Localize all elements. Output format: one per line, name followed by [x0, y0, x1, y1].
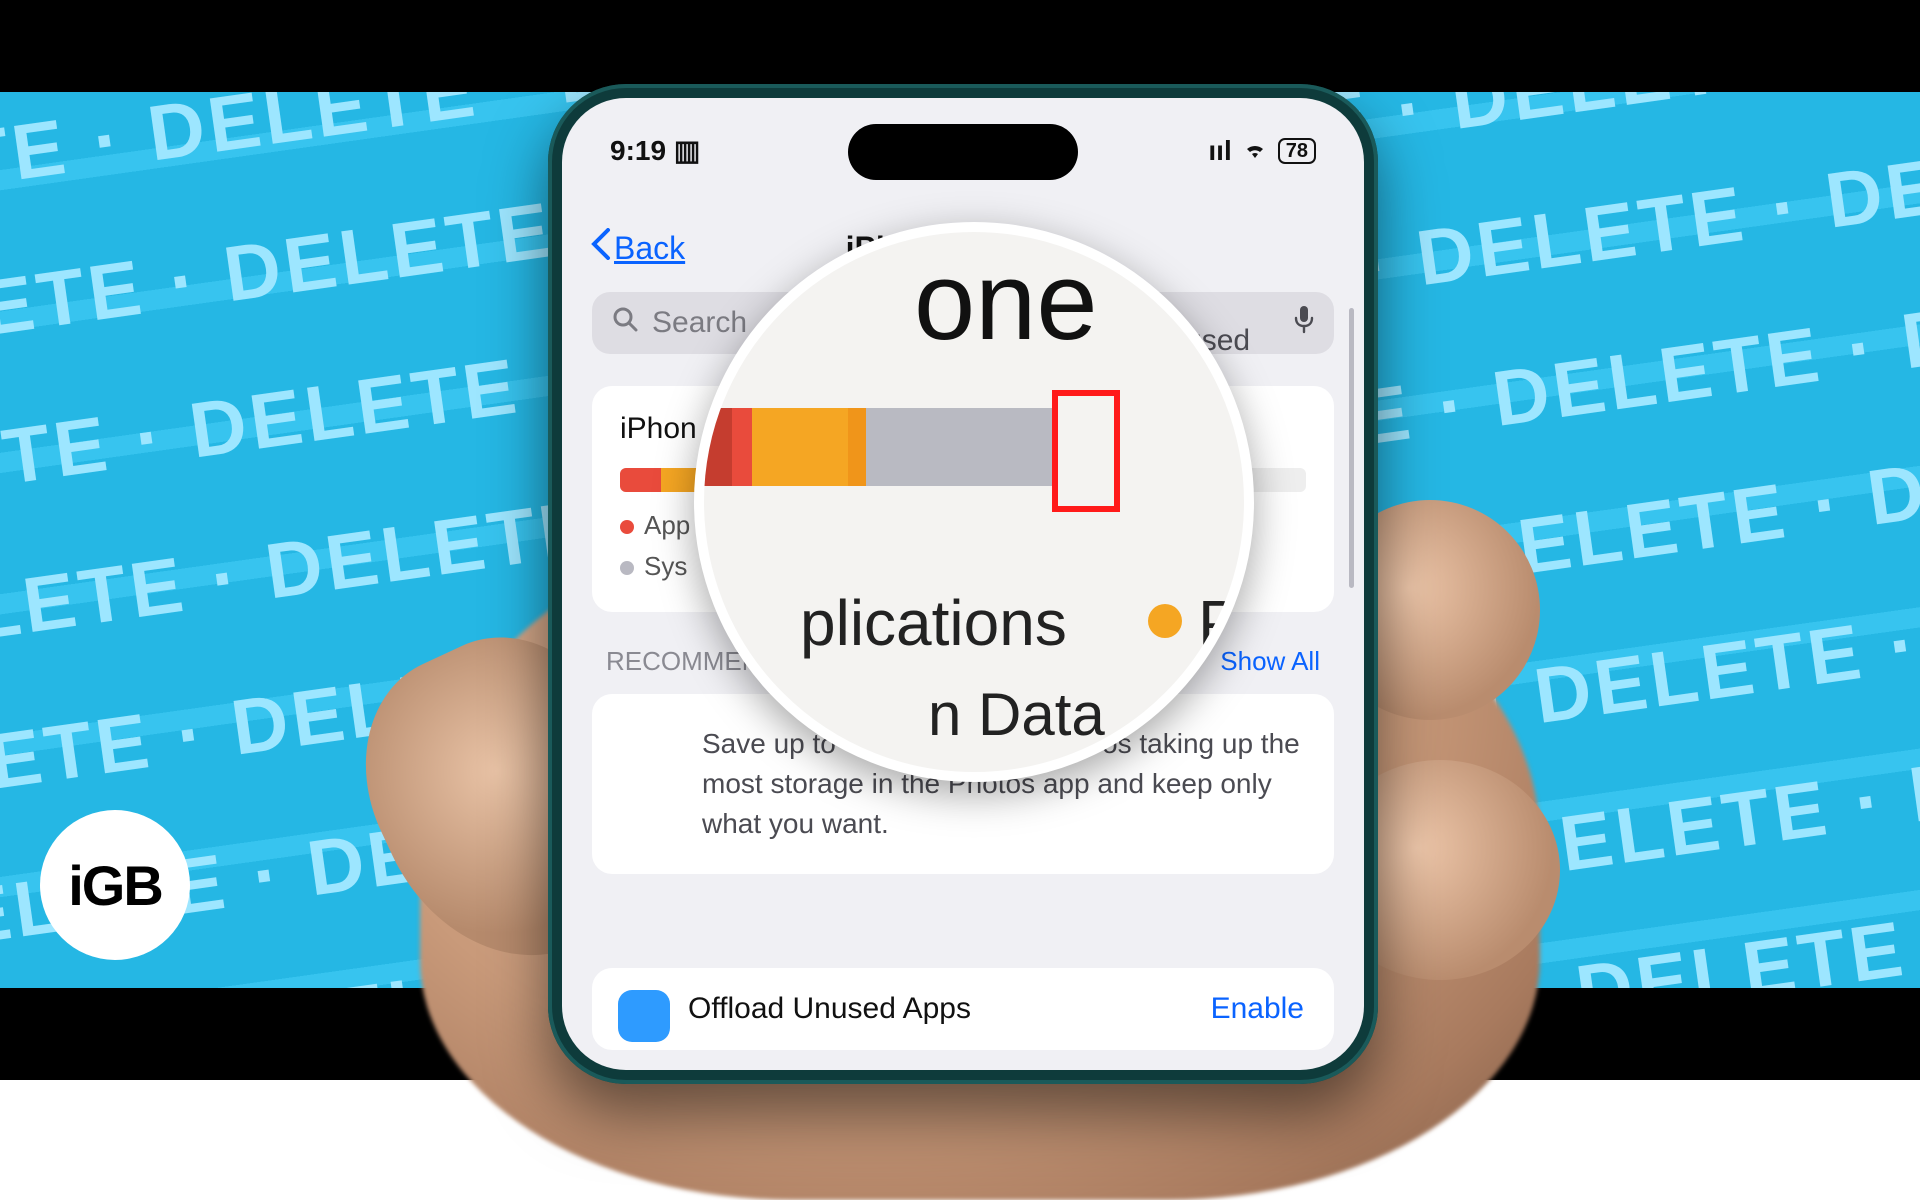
back-label: Back: [614, 230, 685, 267]
mag-text-data: n Data: [928, 680, 1105, 749]
status-bar: 9:19 ▥ ııl 78: [562, 134, 1364, 167]
mag-seg-orange2: [848, 408, 866, 486]
legend-dot-system: [620, 561, 634, 575]
scrollbar[interactable]: [1349, 308, 1354, 588]
status-time: 9:19: [610, 135, 666, 166]
storage-seg-apps: [620, 468, 661, 492]
status-left: 9:19 ▥: [610, 134, 700, 167]
back-button[interactable]: Back: [590, 228, 685, 268]
offload-apps-row[interactable]: Offload Unused Apps Enable: [592, 968, 1334, 1050]
legend-apps: App: [644, 510, 690, 540]
magnifier-circle: one plications P n Data: [694, 222, 1254, 782]
mag-seg-red: [732, 408, 752, 486]
legend-dot-apps: [620, 520, 634, 534]
microphone-icon[interactable]: [1294, 304, 1314, 342]
dual-sim-icon: ▥: [674, 135, 700, 166]
igb-logo-text: iGB: [68, 853, 162, 918]
mag-text-applications: plications: [800, 586, 1067, 660]
search-icon: [612, 306, 638, 340]
mag-seg-orange: [752, 408, 848, 486]
wifi-icon: [1242, 135, 1268, 167]
mag-seg-grey: [866, 408, 1056, 486]
igb-logo: iGB: [40, 810, 190, 960]
chevron-left-icon: [590, 228, 612, 268]
letterbox-top: [0, 0, 1920, 92]
device-label: iPhon: [620, 412, 697, 446]
offload-enable-link[interactable]: Enable: [1211, 992, 1304, 1026]
battery-level: 78: [1278, 138, 1316, 164]
appstore-icon: [618, 990, 670, 1042]
legend-system: Sys: [644, 551, 687, 581]
cellular-icon: ııl: [1208, 135, 1231, 167]
mag-seg-darkred: [704, 408, 732, 486]
offload-title: Offload Unused Apps: [688, 992, 971, 1026]
mag-text-p: P: [1198, 586, 1241, 660]
mag-text-one: one: [914, 238, 1098, 365]
mag-legend-dot-orange: [1148, 604, 1182, 638]
status-right: ııl 78: [1208, 134, 1316, 167]
mag-highlight-box: [1052, 390, 1120, 512]
